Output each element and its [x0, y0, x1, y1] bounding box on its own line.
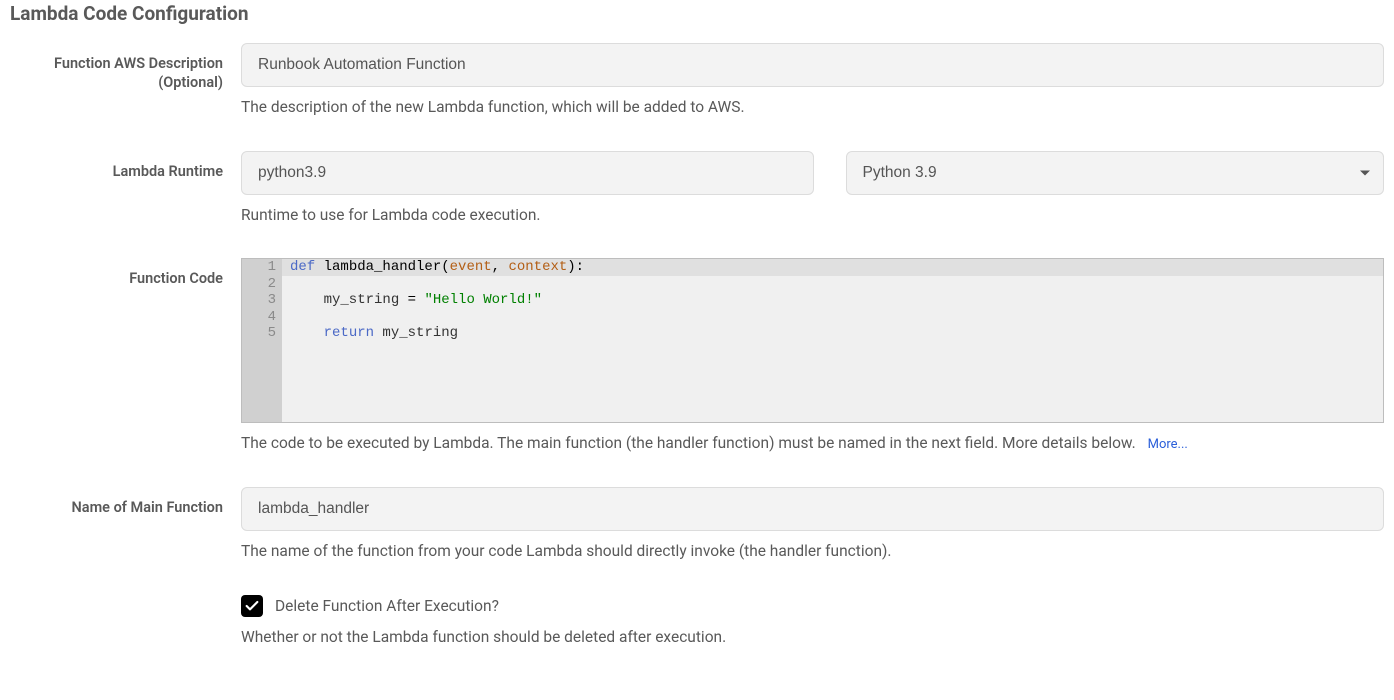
help-runtime: Runtime to use for Lambda code execution… [241, 205, 1384, 227]
label-description: Function AWS Description (Optional) [10, 43, 241, 93]
label-runtime: Lambda Runtime [10, 151, 241, 182]
check-icon [244, 598, 260, 614]
row-code: Function Code 12345 def lambda_handler(e… [10, 258, 1384, 455]
code-token: , [492, 259, 509, 275]
code-line[interactable] [282, 276, 1383, 293]
code-line[interactable]: def lambda_handler(event, context): [282, 259, 1383, 276]
code-line[interactable] [282, 309, 1383, 326]
row-runtime: Lambda Runtime Python 3.9 Runtime to use… [10, 151, 1384, 227]
code-editor[interactable]: 12345 def lambda_handler(event, context)… [241, 258, 1384, 423]
help-delete-after: Whether or not the Lambda function shoul… [241, 627, 1384, 649]
help-code: The code to be executed by Lambda. The m… [241, 433, 1384, 455]
code-token: return [324, 325, 374, 341]
code-line[interactable]: my_string = "Hello World!" [282, 292, 1383, 309]
code-token: event [450, 259, 492, 275]
gutter-line: 3 [242, 292, 276, 309]
select-runtime[interactable]: Python 3.9 [846, 151, 1385, 195]
code-token: my_string [374, 325, 458, 341]
label-delete-after-spacer [10, 595, 241, 607]
label-main-fn: Name of Main Function [10, 487, 241, 518]
code-token: def [290, 259, 324, 275]
row-description: Function AWS Description (Optional) The … [10, 43, 1384, 119]
row-main-fn: Name of Main Function The name of the fu… [10, 487, 1384, 563]
gutter-line: 4 [242, 309, 276, 326]
input-description[interactable] [241, 43, 1384, 87]
help-main-fn: The name of the function from your code … [241, 541, 1384, 563]
row-delete-after: Delete Function After Execution? Whether… [10, 595, 1384, 649]
code-token: = [408, 292, 416, 308]
help-description: The description of the new Lambda functi… [241, 97, 1384, 119]
code-token: context [508, 259, 567, 275]
label-code: Function Code [10, 258, 241, 289]
gutter-line: 2 [242, 276, 276, 293]
link-more[interactable]: More... [1148, 437, 1188, 452]
code-token [290, 325, 324, 341]
code-token: "Hello World!" [424, 292, 542, 308]
input-main-fn[interactable] [241, 487, 1384, 531]
gutter-line: 1 [242, 259, 276, 276]
code-token: ( [441, 259, 449, 275]
gutter-line: 5 [242, 325, 276, 342]
checkbox-delete-after[interactable] [241, 595, 263, 617]
code-token: ): [567, 259, 584, 275]
label-delete-after: Delete Function After Execution? [275, 597, 499, 615]
code-token: my_string [290, 292, 408, 308]
code-line[interactable]: return my_string [282, 325, 1383, 342]
section-title: Lambda Code Configuration [10, 0, 1384, 25]
code-gutter: 12345 [242, 259, 282, 422]
code-area[interactable]: def lambda_handler(event, context): my_s… [282, 259, 1383, 422]
code-token: lambda_handler [324, 259, 442, 275]
help-code-text: The code to be executed by Lambda. The m… [241, 434, 1136, 452]
input-runtime-text[interactable] [241, 151, 814, 195]
